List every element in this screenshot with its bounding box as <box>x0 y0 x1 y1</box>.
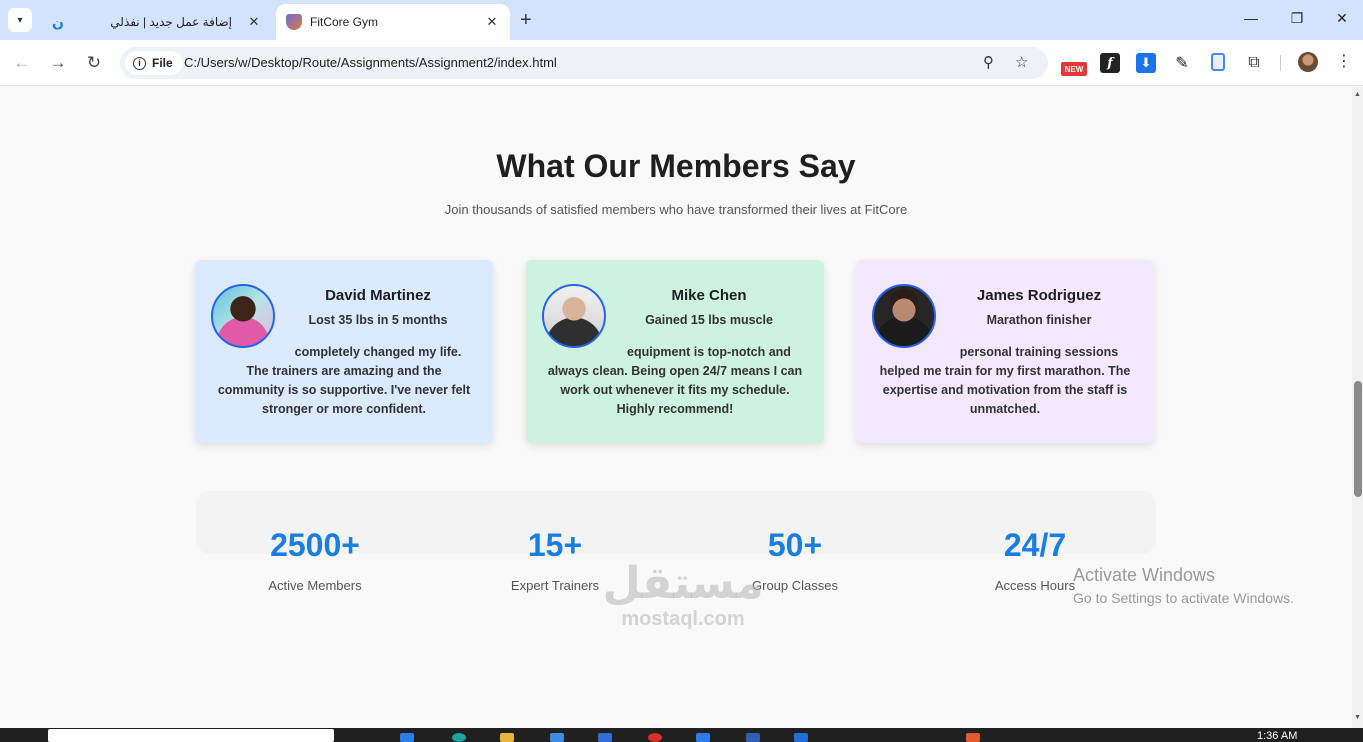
scroll-up-icon[interactable]: ▲ <box>1354 91 1361 98</box>
minimize-icon[interactable]: — <box>1241 10 1261 26</box>
address-bar[interactable]: i File C:/Users/w/Desktop/Route/Assignme… <box>120 47 1048 79</box>
info-icon: i <box>133 56 146 70</box>
scroll-down-icon[interactable]: ▼ <box>1354 714 1361 721</box>
activate-title: Activate Windows <box>1073 565 1216 585</box>
tab-fitcore[interactable]: FitCore Gym ✕ <box>276 4 510 40</box>
quote-first-line: completely changed my life. <box>294 345 462 359</box>
new-tab-button[interactable]: + <box>520 10 532 30</box>
site-info-chip[interactable]: i File <box>125 51 183 75</box>
more-menu-icon[interactable]: ⋮ <box>1336 51 1352 71</box>
scrollbar-thumb[interactable] <box>1354 381 1362 497</box>
stat-value: 2500+ <box>270 527 360 563</box>
member-name: James Rodriguez <box>976 287 1102 304</box>
profile-avatar[interactable] <box>1298 52 1318 72</box>
taskbar-search-box[interactable] <box>48 729 334 742</box>
taskbar-app-icon[interactable] <box>746 733 760 742</box>
watermark-arabic: مستقل <box>602 559 764 608</box>
close-tab-icon[interactable]: ✕ <box>246 14 262 30</box>
member-avatar <box>872 284 936 348</box>
quote-rest: always clean. Being open 24/7 means I ca… <box>547 364 803 416</box>
restore-icon[interactable]: ❐ <box>1287 10 1307 27</box>
document-extension-icon[interactable] <box>1211 53 1225 71</box>
member-avatar <box>542 284 606 348</box>
taskbar-app-icon[interactable] <box>400 733 414 742</box>
taskbar-folder-icon[interactable] <box>500 733 514 742</box>
url-text[interactable]: C:/Users/w/Desktop/Route/Assignments/Ass… <box>184 55 557 70</box>
stat-label: Active Members <box>268 578 362 593</box>
forward-icon[interactable]: → <box>47 52 69 74</box>
tab-title: FitCore Gym <box>310 15 379 29</box>
taskbar-app-icon[interactable] <box>966 733 980 742</box>
member-quote: completely changed my life. The trainers… <box>215 343 473 419</box>
quote-first-line: personal training sessions <box>959 345 1119 359</box>
browser-toolbar: ← → ↻ i File C:/Users/w/Desktop/Route/As… <box>0 40 1363 86</box>
fitcore-shield-icon <box>286 14 302 30</box>
member-quote: equipment is top-notch and always clean.… <box>546 343 804 419</box>
taskbar-app-icon[interactable] <box>550 733 564 742</box>
testimonial-card: James Rodriguez Marathon finisher person… <box>856 260 1154 443</box>
member-achievement: Marathon finisher <box>986 313 1092 327</box>
tab-search-button[interactable]: ▾ <box>8 8 32 32</box>
testimonials-title: What Our Members Say <box>496 148 856 184</box>
zoom-icon[interactable]: ⚲ <box>983 53 994 71</box>
taskbar-app-icon[interactable] <box>794 733 808 742</box>
taskbar-app-icon[interactable] <box>696 733 710 742</box>
taskbar-app-icon[interactable] <box>598 733 612 742</box>
stat-active-members: 2500+ Active Members <box>205 527 425 593</box>
quote-rest: The trainers are amazing and the communi… <box>217 364 471 416</box>
mostaql-watermark: مستقل mostaql.com <box>598 559 768 631</box>
taskbar-app-icon[interactable] <box>452 733 466 742</box>
back-icon[interactable]: ← <box>11 52 33 74</box>
activate-text: Go to Settings to activate Windows. <box>1073 590 1294 606</box>
close-window-icon[interactable]: ✕ <box>1332 10 1352 27</box>
tab-strip: ▾ ن إضافة عمل جديد | نفذلي ✕ FitCore Gym… <box>0 0 1363 40</box>
toolbar-divider <box>1280 55 1281 71</box>
tab-title: إضافة عمل جديد | نفذلي <box>110 15 232 29</box>
tab-mostaql[interactable]: ن إضافة عمل جديد | نفذلي ✕ <box>40 4 272 40</box>
taskbar-clock[interactable]: 1:36 AM <box>1257 730 1297 742</box>
bookmark-star-icon[interactable]: ☆ <box>1015 53 1028 71</box>
member-avatar <box>211 284 275 348</box>
testimonial-card: Mike Chen Gained 15 lbs muscle equipment… <box>526 260 824 443</box>
extensions-puzzle-icon[interactable]: ⧉ <box>1244 53 1264 73</box>
testimonial-card: David Martinez Lost 35 lbs in 5 months c… <box>195 260 493 443</box>
new-badge-extension-icon[interactable]: NEW <box>1061 62 1087 76</box>
member-quote: personal training sessions helped me tra… <box>876 343 1134 419</box>
mostaql-icon: ن <box>52 14 64 30</box>
quote-first-line: equipment is top-notch and <box>627 345 791 359</box>
member-achievement: Gained 15 lbs muscle <box>645 313 773 327</box>
taskbar-chrome-icon[interactable] <box>648 733 662 742</box>
stat-value: 24/7 <box>1003 527 1067 563</box>
watermark-latin: mostaql.com <box>621 608 745 630</box>
reload-icon[interactable]: ↻ <box>83 52 105 74</box>
download-extension-icon[interactable]: ⬇ <box>1136 53 1156 73</box>
color-picker-extension-icon[interactable]: ✎ <box>1172 53 1192 73</box>
activate-windows-notice: Activate Windows Go to Settings to activ… <box>1073 565 1294 606</box>
file-label: File <box>152 56 173 70</box>
member-name: David Martinez <box>325 287 431 304</box>
member-achievement: Lost 35 lbs in 5 months <box>308 313 448 327</box>
font-extension-icon[interactable]: f <box>1100 53 1120 73</box>
member-name: Mike Chen <box>671 287 747 304</box>
close-tab-icon[interactable]: ✕ <box>484 14 500 30</box>
quote-rest: helped me train for my first marathon. T… <box>879 364 1131 416</box>
testimonials-subtitle: Join thousands of satisfied members who … <box>444 202 908 217</box>
